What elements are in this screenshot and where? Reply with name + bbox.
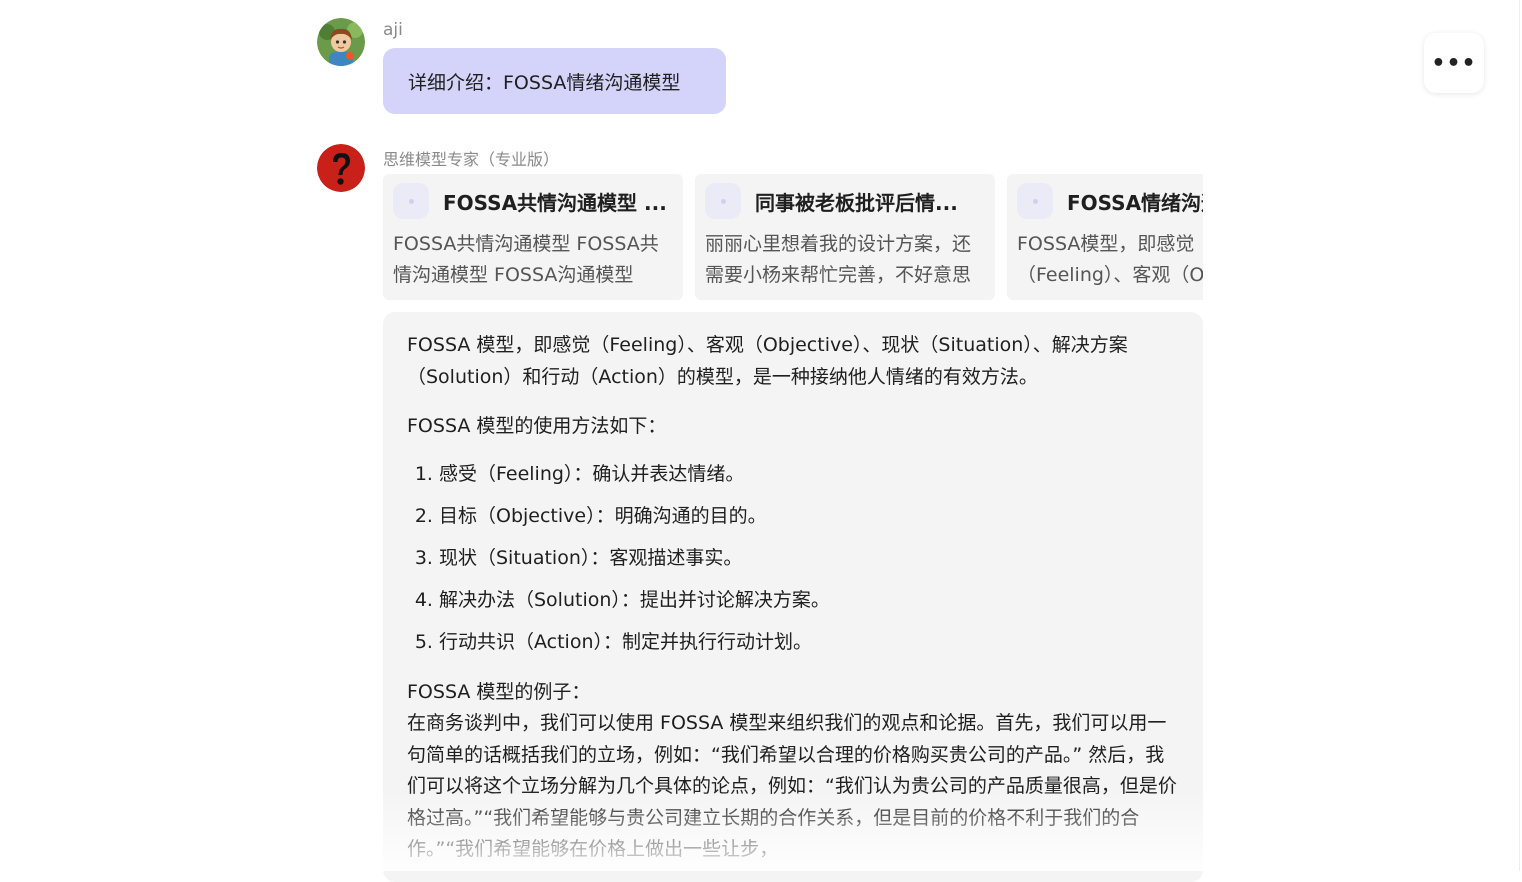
user-message-text: 详细介绍：FOSSA情绪沟通模型: [408, 71, 681, 94]
user-avatar-icon: [317, 18, 365, 66]
right-edge-divider: [1519, 0, 1520, 871]
reference-card[interactable]: FOSSA情绪沟通模型 FOSSA模型，即感觉（Feeling）、客观（Obje…: [1007, 174, 1203, 300]
reference-card-snippet: FOSSA共情沟通模型 FOSSA共情沟通模型 FOSSA沟通模型: [393, 233, 659, 286]
document-icon: [705, 183, 741, 219]
reference-card-title: 同事被老板批评后情...: [755, 190, 958, 215]
list-item: 感受（Feeling）：确认并表达情绪。: [439, 453, 1181, 495]
reference-card[interactable]: FOSSA共情沟通模型 ... FOSSA共情沟通模型 FOSSA共情沟通模型 …: [383, 174, 683, 300]
document-icon: [1017, 183, 1053, 219]
list-item: 现状（Situation）：客观描述事实。: [439, 537, 1181, 579]
answer-steps-list: 感受（Feeling）：确认并表达情绪。 目标（Objective）：明确沟通的…: [407, 453, 1181, 663]
answer-intro: FOSSA 模型，即感觉（Feeling）、客观（Objective）、现状（S…: [407, 334, 1128, 388]
user-name: aji: [383, 20, 403, 40]
bot-answer-bubble: FOSSA 模型，即感觉（Feeling）、客观（Objective）、现状（S…: [383, 312, 1203, 882]
reference-card-title: FOSSA共情沟通模型 ...: [443, 190, 667, 215]
list-item: 目标（Objective）：明确沟通的目的。: [439, 495, 1181, 537]
document-icon: [393, 183, 429, 219]
answer-example-heading: FOSSA 模型的例子：: [407, 680, 591, 703]
bot-name: 思维模型专家（专业版）: [383, 150, 560, 169]
ellipsis-icon: •••: [1431, 50, 1477, 76]
reference-card[interactable]: 同事被老板批评后情... 丽丽心里想着我的设计方案，还需要小杨来帮忙完善，不好意…: [695, 174, 995, 300]
more-options-button[interactable]: •••: [1424, 33, 1484, 93]
question-mark-icon: [317, 144, 365, 192]
reference-cards: FOSSA共情沟通模型 ... FOSSA共情沟通模型 FOSSA共情沟通模型 …: [383, 174, 1203, 300]
list-item: 解决办法（Solution）：提出并讨论解决方案。: [439, 579, 1181, 621]
bot-avatar: [317, 144, 365, 192]
reference-card-title: FOSSA情绪沟通模型: [1067, 190, 1203, 215]
reference-card-snippet: FOSSA模型，即感觉（Feeling）、客观（Objective）: [1017, 233, 1203, 286]
answer-example-text: 在商务谈判中，我们可以使用 FOSSA 模型来组织我们的观点和论据。首先，我们可…: [407, 712, 1177, 860]
user-avatar: [317, 18, 365, 66]
list-item: 行动共识（Action）：制定并执行行动计划。: [439, 621, 1181, 663]
user-message-bubble: 详细介绍：FOSSA情绪沟通模型: [383, 48, 726, 114]
answer-usage-heading: FOSSA 模型的使用方法如下：: [407, 415, 667, 437]
reference-card-snippet: 丽丽心里想着我的设计方案，还需要小杨来帮忙完善，不好意思: [705, 233, 972, 286]
